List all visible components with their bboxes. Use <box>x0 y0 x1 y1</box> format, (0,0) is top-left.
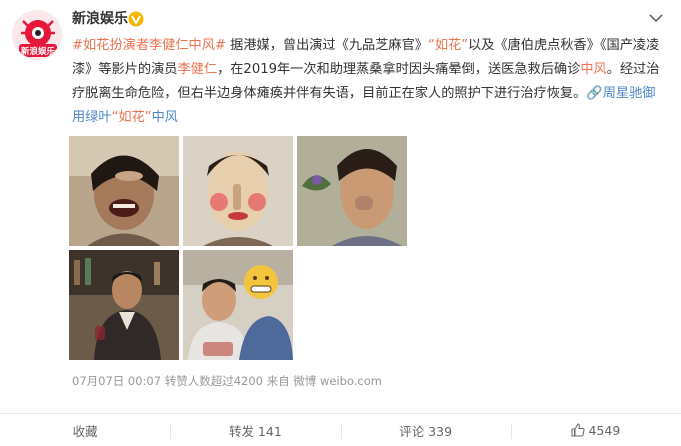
photo-4[interactable] <box>69 250 179 360</box>
repost-label: 转发 141 <box>228 423 282 439</box>
photo-5[interactable] <box>183 250 293 360</box>
post-text: #如花扮演者李健仁中风# 据港媒，曾出演过《九品芝麻官》“如花”以及《唐伯虎点秋… <box>72 34 662 130</box>
weibo-post-card: 新浪娱乐 新浪娱乐 #如花扮演者李健仁中风# 据港媒，曾出演过《九品芝麻官》“如… <box>0 0 681 446</box>
verified-badge-icon <box>128 11 144 27</box>
highlight-actor-name: 李健仁 <box>177 62 218 77</box>
link-icon: 🔗 <box>586 86 603 101</box>
photo-ruhua-laughing <box>69 136 179 246</box>
comment-label: 评论 339 <box>399 423 453 439</box>
photo-3[interactable] <box>297 136 407 246</box>
photo-1[interactable] <box>69 136 179 246</box>
highlight-ruhua: “如花” <box>428 38 469 53</box>
article-link-highlight: “如花” <box>111 110 152 125</box>
chevron-down-icon[interactable] <box>648 11 664 25</box>
like-count: 4549 <box>588 422 621 438</box>
highlight-stroke: 中风 <box>580 62 607 77</box>
hashtag-link[interactable]: #如花扮演者李健仁中风# <box>72 38 226 53</box>
collect-label: 收藏 <box>72 423 98 439</box>
text-segment: 据港媒，曾出演过《九品芝麻官》 <box>225 38 428 53</box>
thumbs-up-icon <box>571 423 586 437</box>
photo-with-friend <box>183 250 293 360</box>
post-meta: 07月07日 00:07 转赞人数超过4200 来自 微博 weibo.com <box>72 374 382 388</box>
photo-2[interactable] <box>183 136 293 246</box>
avatar-text: 新浪娱乐 <box>21 46 56 57</box>
like-button[interactable]: 4549 <box>510 414 681 446</box>
comment-button[interactable]: 评论 339 <box>340 414 511 446</box>
photo-ruhua-flower <box>297 136 407 246</box>
action-bar: 收藏 转发 141 评论 339 4549 <box>0 413 681 446</box>
username[interactable]: 新浪娱乐 <box>72 10 128 28</box>
repost-button[interactable]: 转发 141 <box>170 414 340 446</box>
photo-ruhua-makeup <box>183 136 293 246</box>
article-link-text-end: 中风 <box>151 110 178 125</box>
photo-man-wine <box>69 250 179 360</box>
collect-button[interactable]: 收藏 <box>0 414 170 446</box>
avatar[interactable]: 新浪娱乐 <box>12 10 62 60</box>
sina-ent-logo-icon: 新浪娱乐 <box>13 11 61 59</box>
text-segment: ，在2019年一次和助理蒸桑拿时因头痛晕倒，送医急救后确诊 <box>217 62 581 77</box>
